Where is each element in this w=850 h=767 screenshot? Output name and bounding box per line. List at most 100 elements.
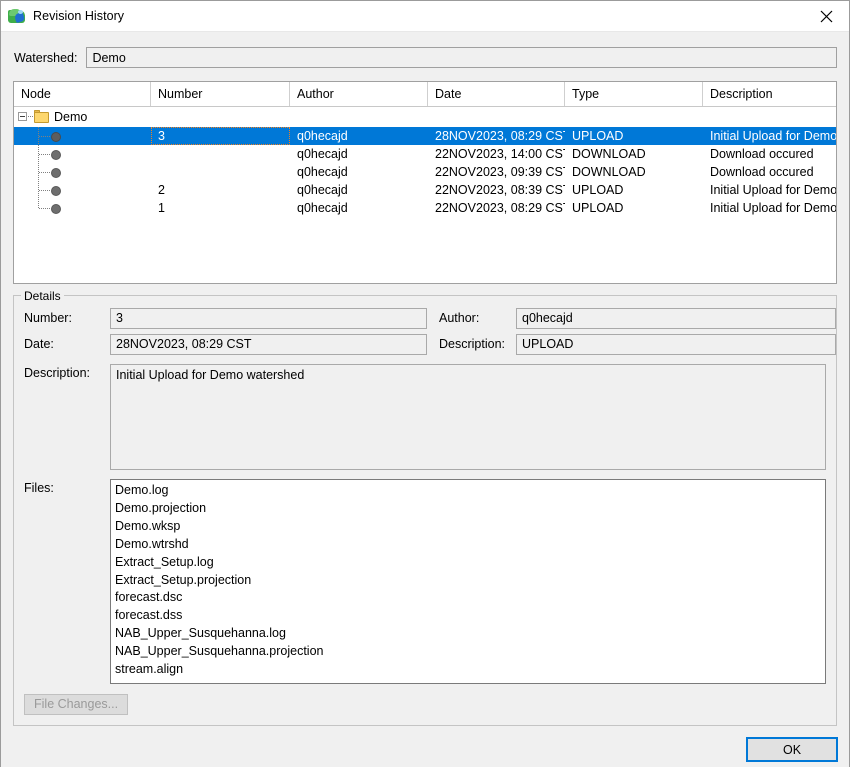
type-input[interactable]: UPLOAD <box>516 333 836 355</box>
file-list-item[interactable]: forecast.dsc <box>115 589 825 607</box>
details-legend: Details <box>21 289 64 303</box>
tree-dash <box>28 116 33 117</box>
tree-root-label: Demo <box>54 110 88 124</box>
table-cell-description: Download occured <box>710 147 814 161</box>
tree-root-empty-cell <box>151 107 290 127</box>
file-list-item[interactable]: Extract_Setup.log <box>115 554 825 572</box>
revision-bullet-icon <box>52 169 60 177</box>
tree-branch-line <box>39 190 50 191</box>
file-list-item[interactable]: NAB_Upper_Susquehanna.projection <box>115 643 825 661</box>
file-list-item[interactable]: forecast.dss <box>115 607 825 625</box>
description-textarea[interactable]: Initial Upload for Demo watershed <box>110 364 826 470</box>
number-label: Number: <box>24 311 72 325</box>
tree-root-empty-cell <box>565 107 703 127</box>
watershed-input[interactable]: Demo <box>86 47 837 68</box>
table-cell-number: 1 <box>158 201 165 215</box>
revision-bullet-icon <box>52 133 60 141</box>
dialog-footer: OK <box>1 726 849 767</box>
tree-root-row[interactable]: Demo <box>14 107 836 127</box>
table-cell-author: q0hecajd <box>297 147 348 161</box>
revision-tree-table[interactable]: Node Number Author Date Type Description Demo… <box>13 81 837 284</box>
title-bar: Revision History <box>1 1 849 32</box>
table-row[interactable]: 3 q0hecajd 28NOV2023, 08:29 CST UPLOAD Initi… <box>14 127 836 145</box>
tree-root-empty-cell <box>703 107 836 127</box>
table-row[interactable]: q0hecajd 22NOV2023, 14:00 CST DOWNLOAD Down… <box>14 145 836 163</box>
table-cell-description: Download occured <box>710 165 814 179</box>
revision-history-dialog: Revision History Watershed: Demo Node Num… <box>0 0 850 767</box>
window-title: Revision History <box>33 9 125 23</box>
table-header-description[interactable]: Description <box>703 82 836 106</box>
ok-button[interactable]: OK <box>746 737 838 762</box>
table-cell-author: q0hecajd <box>297 129 348 143</box>
table-cell-type: UPLOAD <box>572 201 624 215</box>
table-cell-type: UPLOAD <box>572 183 624 197</box>
tree-branch-line <box>39 136 50 137</box>
file-changes-row: File Changes... <box>24 694 826 715</box>
table-cell-number: 3 <box>151 127 290 145</box>
watershed-row: Watershed: Demo <box>1 43 849 72</box>
revision-node-cell <box>14 145 151 163</box>
table-row[interactable]: 2 q0hecajd 22NOV2023, 08:39 CST UPLOAD Initi… <box>14 181 836 199</box>
folder-icon <box>34 110 49 123</box>
file-list-item[interactable]: Demo.wtrshd <box>115 536 825 554</box>
file-list-item[interactable]: stream.align <box>115 661 825 679</box>
table-cell-date: 22NOV2023, 09:39 CST <box>435 165 565 179</box>
table-header-date[interactable]: Date <box>428 82 565 106</box>
tree-root-empty-cell <box>290 107 428 127</box>
table-cell-number <box>151 145 290 163</box>
revision-bullet-icon <box>52 187 60 195</box>
table-cell-author: q0hecajd <box>297 201 348 215</box>
details-group: Details Number: 3 Author: q0hecajd Date:… <box>13 289 837 726</box>
table-header-author[interactable]: Author <box>290 82 428 106</box>
file-list-item[interactable]: Extract_Setup.projection <box>115 572 825 590</box>
file-changes-button[interactable]: File Changes... <box>24 694 129 715</box>
table-header-number[interactable]: Number <box>151 82 290 106</box>
files-label: Files: <box>24 481 54 495</box>
table-row[interactable]: 1 q0hecajd 22NOV2023, 08:29 CST UPLOAD Initi… <box>14 199 836 217</box>
table-cell-number <box>151 163 290 181</box>
table-cell-description: Initial Upload for Demo... <box>710 201 837 215</box>
table-cell-date: 22NOV2023, 08:39 CST <box>435 183 565 197</box>
table-body: Demo 3 q0hecajd 28NOV2023, 08:29 CST UPLOAD I… <box>14 107 836 283</box>
tree-branch-line <box>39 208 50 209</box>
number-input[interactable]: 3 <box>110 307 427 329</box>
date-label: Date: <box>24 337 54 351</box>
table-cell-type: UPLOAD <box>572 129 624 143</box>
revision-node-cell <box>14 163 151 181</box>
description-block: Description: Initial Upload for Demo wat… <box>24 364 826 470</box>
author-label: Author: <box>439 311 480 325</box>
table-cell-number: 2 <box>158 183 165 197</box>
number-author-row: Number: 3 Author: q0hecajd <box>24 307 836 329</box>
table-cell-author: q0hecajd <box>297 165 348 179</box>
revision-bullet-icon <box>52 151 60 159</box>
table-cell-type: DOWNLOAD <box>572 165 646 179</box>
table-header-node[interactable]: Node <box>14 82 151 106</box>
table-cell-date: 28NOV2023, 08:29 CST <box>435 129 565 143</box>
file-list-item[interactable]: NAB_Upper_Susquehanna.log <box>115 625 825 643</box>
author-input[interactable]: q0hecajd <box>516 307 836 329</box>
file-list-item[interactable]: Demo.projection <box>115 500 825 518</box>
description-label: Description: <box>24 366 90 380</box>
date-type-row: Date: 28NOV2023, 08:29 CST Description: … <box>24 333 836 355</box>
tree-branch-line <box>39 172 50 173</box>
revision-bullet-icon <box>52 205 60 213</box>
table-cell-date: 22NOV2023, 14:00 CST <box>435 147 565 161</box>
revision-node-cell <box>14 199 151 217</box>
table-cell-date: 22NOV2023, 08:29 CST <box>435 201 565 215</box>
revision-node-cell <box>14 181 151 199</box>
date-input[interactable]: 28NOV2023, 08:29 CST <box>110 333 427 355</box>
table-cell-description: Initial Upload for Demo... <box>710 183 837 197</box>
table-cell-type: DOWNLOAD <box>572 147 646 161</box>
type-label: Description: <box>439 337 505 351</box>
minus-box-icon[interactable] <box>18 112 27 121</box>
table-row[interactable]: q0hecajd 22NOV2023, 09:39 CST DOWNLOAD Down… <box>14 163 836 181</box>
file-list-item[interactable]: Demo.log <box>115 482 825 500</box>
watershed-icon <box>8 7 26 25</box>
close-icon[interactable] <box>804 1 849 31</box>
files-list[interactable]: Demo.log Demo.projection Demo.wksp Demo.wtr… <box>110 479 826 684</box>
files-block: Files: Demo.log Demo.projection Demo.wksp D… <box>24 479 826 684</box>
revision-node-cell <box>14 127 151 145</box>
file-list-item[interactable]: Demo.wksp <box>115 518 825 536</box>
table-header-type[interactable]: Type <box>565 82 703 106</box>
table-cell-description: Initial Upload for Demo... <box>710 129 837 143</box>
